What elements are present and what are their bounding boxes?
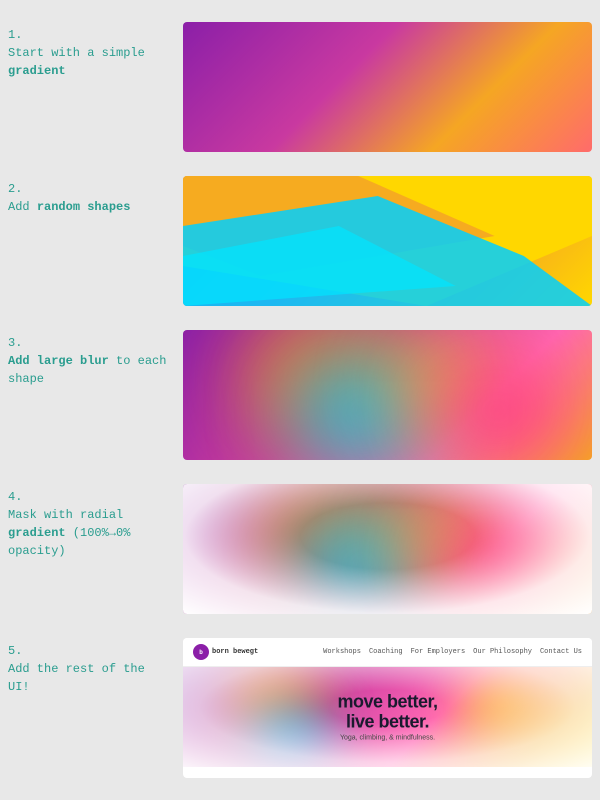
ui-hero-title-line1: move better, live better. xyxy=(337,693,437,733)
preview-gradient xyxy=(183,22,592,152)
step-plain-4: Mask with radial xyxy=(8,508,123,522)
step-desc-1: Start with a simple gradient xyxy=(8,46,145,78)
step-plain-1: Start with a simple xyxy=(8,46,145,60)
preview-masked xyxy=(183,484,592,614)
step-row-5: 5. Add the rest of the UI! b born bewegt… xyxy=(0,626,600,790)
preview-blurred xyxy=(183,330,592,460)
step-label-2: 2. Add random shapes xyxy=(8,176,173,216)
ui-hero-text: move better, live better. Yoga, climbing… xyxy=(337,693,437,742)
nav-contact[interactable]: Contact Us xyxy=(540,648,582,656)
step-bold-3: Add large blur xyxy=(8,354,109,368)
ui-nav-links: Workshops Coaching For Employers Our Phi… xyxy=(323,648,582,656)
ui-hero: move better, live better. Yoga, climbing… xyxy=(183,667,592,767)
step-number-5: 5. xyxy=(8,642,173,660)
nav-employers[interactable]: For Employers xyxy=(411,648,466,656)
step-desc-3: Add large blur to each shape xyxy=(8,354,166,386)
preview-ui: b born bewegt Workshops Coaching For Emp… xyxy=(183,638,592,778)
step-bold-2: random shapes xyxy=(37,200,131,214)
ui-hero-subtitle: Yoga, climbing, & mindfulness. xyxy=(337,734,437,741)
ui-logo-text: born bewegt xyxy=(212,648,258,656)
ui-logo-icon: b xyxy=(193,644,209,660)
step-row-2: 2. Add random shapes xyxy=(0,164,600,318)
step-number-1: 1. xyxy=(8,26,173,44)
blob-pink xyxy=(432,360,562,460)
ui-navbar: b born bewegt Workshops Coaching For Emp… xyxy=(183,638,592,667)
step-label-3: 3. Add large blur to each shape xyxy=(8,330,173,388)
step-label-4: 4. Mask with radial gradient (100%→0% op… xyxy=(8,484,173,560)
step-bold-4: gradient xyxy=(8,526,66,540)
step-plain-2: Add xyxy=(8,200,37,214)
step-number-2: 2. xyxy=(8,180,173,198)
step-label-1: 1. Start with a simple gradient xyxy=(8,22,173,80)
step-number-4: 4. xyxy=(8,488,173,506)
nav-philosophy[interactable]: Our Philosophy xyxy=(473,648,532,656)
step-plain-5: Add the rest of the UI! xyxy=(8,662,145,694)
step-bold-1: gradient xyxy=(8,64,66,78)
ui-logo: b born bewegt xyxy=(193,644,258,660)
radial-mask xyxy=(183,484,592,614)
step-label-5: 5. Add the rest of the UI! xyxy=(8,638,173,696)
step-number-3: 3. xyxy=(8,334,173,352)
step-desc-4: Mask with radial gradient (100%→0% opaci… xyxy=(8,508,130,558)
preview-shapes xyxy=(183,176,592,306)
step-row-1: 1. Start with a simple gradient xyxy=(0,10,600,164)
step-desc-2: Add random shapes xyxy=(8,200,130,214)
tutorial-container: 1. Start with a simple gradient 2. Add r… xyxy=(0,0,600,800)
step-row-4: 4. Mask with radial gradient (100%→0% op… xyxy=(0,472,600,626)
nav-coaching[interactable]: Coaching xyxy=(369,648,403,656)
nav-workshops[interactable]: Workshops xyxy=(323,648,361,656)
step-row-3: 3. Add large blur to each shape xyxy=(0,318,600,472)
